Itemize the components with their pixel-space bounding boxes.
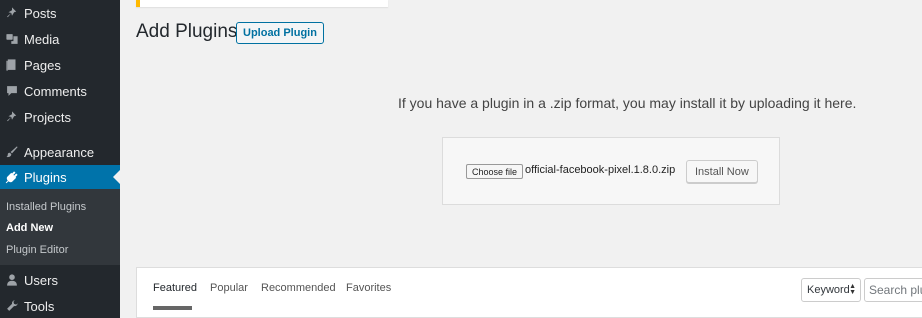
search-type-select[interactable]: Keyword ▲ ▼ bbox=[801, 278, 861, 302]
plugins-submenu: Installed Plugins Add New Plugin Editor bbox=[0, 189, 120, 265]
sidebar-item-label: Tools bbox=[24, 298, 55, 314]
brush-icon bbox=[0, 139, 24, 165]
choose-file-button[interactable]: Choose file bbox=[466, 164, 524, 179]
plug-icon bbox=[0, 164, 24, 190]
sidebar-item-label: Media bbox=[24, 31, 60, 47]
plugin-filter-bar: Featured Popular Recommended Favorites K… bbox=[136, 267, 922, 318]
sidebar-item-media[interactable]: Media bbox=[0, 26, 120, 52]
sidebar-item-appearance[interactable]: Appearance bbox=[0, 139, 120, 165]
sidebar-item-label: Users bbox=[24, 272, 58, 288]
sidebar-item-label: Comments bbox=[24, 83, 87, 99]
sidebar-item-label: Posts bbox=[24, 5, 57, 21]
search-plugins-input[interactable] bbox=[864, 278, 922, 302]
sidebar-item-label: Plugins bbox=[24, 169, 67, 185]
pin-icon bbox=[0, 0, 24, 26]
upload-plugin-button[interactable]: Upload Plugin bbox=[236, 22, 324, 44]
media-icon bbox=[0, 26, 24, 52]
sidebar-item-projects[interactable]: Projects bbox=[0, 104, 120, 130]
sidebar-item-label: Pages bbox=[24, 57, 61, 73]
sidebar-item-posts[interactable]: Posts bbox=[0, 0, 120, 26]
page-title: Add Plugins bbox=[136, 21, 238, 42]
user-icon bbox=[0, 267, 24, 293]
submenu-item-plugin-editor[interactable]: Plugin Editor bbox=[6, 244, 68, 256]
pin-icon bbox=[0, 104, 24, 130]
comment-icon bbox=[0, 78, 24, 104]
pages-icon bbox=[0, 52, 24, 78]
sidebar-item-comments[interactable]: Comments bbox=[0, 78, 120, 104]
tab-recommended[interactable]: Recommended bbox=[261, 282, 336, 294]
search-type-value: Keyword bbox=[807, 284, 850, 296]
submenu-item-add-new[interactable]: Add New bbox=[6, 222, 53, 234]
tab-popular[interactable]: Popular bbox=[210, 282, 248, 294]
submenu-item-installed-plugins[interactable]: Installed Plugins bbox=[6, 201, 86, 213]
sidebar-item-label: Appearance bbox=[24, 144, 95, 160]
sidebar-item-pages[interactable]: Pages bbox=[0, 52, 120, 78]
install-now-button[interactable]: Install Now bbox=[686, 160, 758, 183]
upload-help-text: If you have a plugin in a .zip format, y… bbox=[398, 95, 857, 111]
admin-sidebar: Posts Media Pages Comments Projects Appe… bbox=[0, 0, 120, 318]
wrench-icon bbox=[0, 293, 24, 318]
sidebar-item-users[interactable]: Users bbox=[0, 267, 120, 293]
selected-file-name: official-facebook-pixel.1.8.0.zip bbox=[525, 164, 676, 176]
upload-form: Choose file official-facebook-pixel.1.8.… bbox=[442, 137, 780, 205]
sidebar-item-tools[interactable]: Tools bbox=[0, 293, 120, 318]
sidebar-item-label: Projects bbox=[24, 109, 71, 125]
admin-notice bbox=[136, 0, 388, 7]
select-arrows-icon: ▲ ▼ bbox=[849, 283, 856, 296]
tab-favorites[interactable]: Favorites bbox=[346, 282, 391, 294]
sidebar-item-plugins[interactable]: Plugins bbox=[0, 165, 120, 189]
tab-featured[interactable]: Featured bbox=[153, 282, 197, 294]
active-tab-indicator bbox=[153, 306, 192, 310]
